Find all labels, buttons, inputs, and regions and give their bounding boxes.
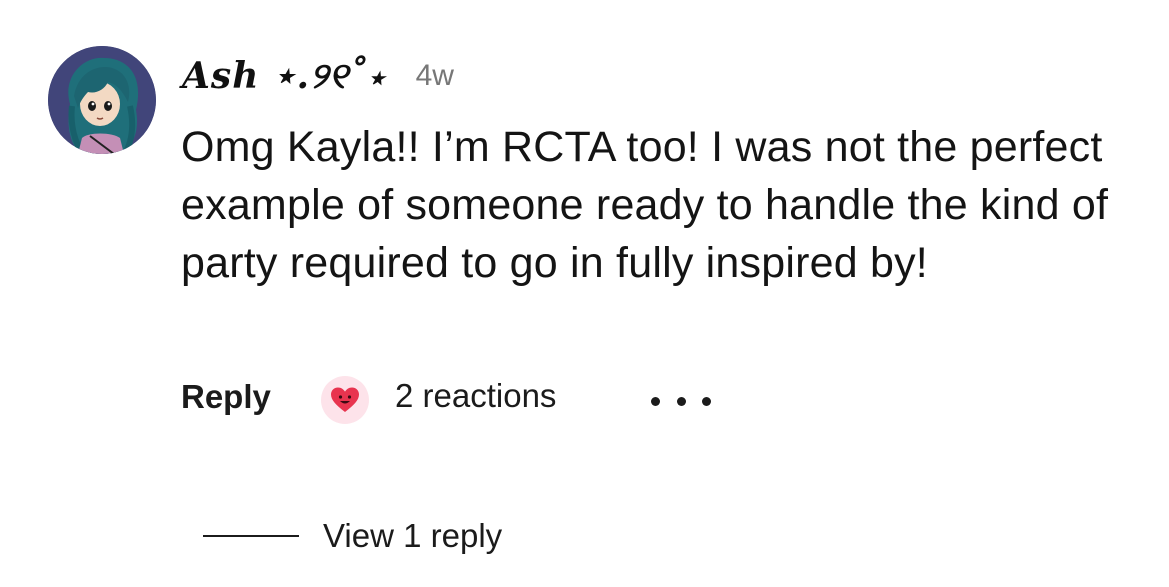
timestamp: 4w	[415, 59, 454, 92]
view-replies-label: View 1 reply	[323, 517, 503, 554]
replies-divider	[203, 535, 299, 537]
avatar[interactable]	[48, 46, 156, 154]
comment-header: Ash ⋆.୨୧˚⋆ 4w	[182, 48, 454, 104]
comment-actions: Reply 2 reactions	[181, 372, 781, 426]
avatar-image	[48, 46, 156, 154]
reactions-count[interactable]: 2 reactions	[395, 377, 556, 415]
comment: Ash ⋆.୨୧˚⋆ 4w Omg Kayla!! I’m RCTA too! …	[0, 0, 1169, 587]
reply-button[interactable]: Reply	[181, 378, 271, 416]
reaction-button[interactable]	[321, 376, 369, 424]
dot	[702, 396, 711, 406]
dot	[676, 396, 686, 406]
author-name[interactable]: Ash ⋆.୨୧˚⋆	[182, 55, 386, 98]
comment-text: Omg Kayla!! I’m RCTA too! I was not the …	[181, 123, 1109, 287]
more-options-icon[interactable]	[651, 386, 711, 416]
view-replies-button[interactable]: View 1 reply	[203, 514, 502, 558]
dot	[651, 396, 660, 406]
heart-face-icon	[331, 387, 359, 412]
